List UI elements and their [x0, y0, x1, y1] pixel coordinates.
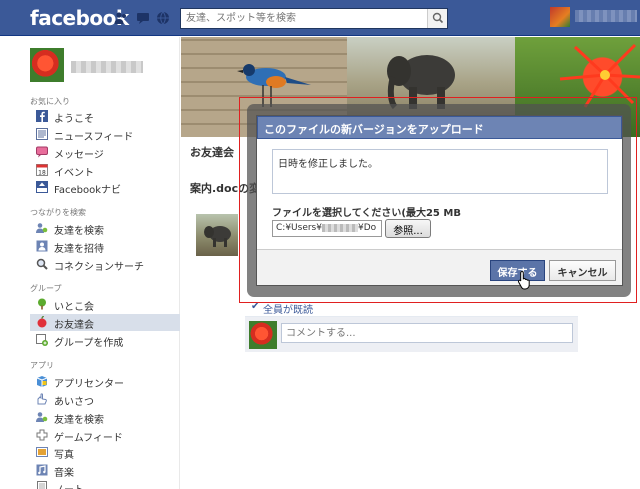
search-box: [180, 8, 448, 29]
sidebar-item-find-friends[interactable]: 友達を検索: [30, 220, 180, 237]
messages-icon[interactable]: [136, 11, 150, 25]
sidebar-item-music[interactable]: 音楽: [30, 462, 180, 479]
sidebar-item-label: イベント: [54, 168, 94, 179]
sidebar-item-label: ノート: [54, 481, 84, 489]
search-button[interactable]: [427, 9, 447, 28]
notifications-icon[interactable]: [156, 11, 170, 25]
highlight-annotation-box: [239, 97, 637, 303]
sidebar-item-label: 友達を検索: [54, 415, 104, 426]
sidebar-item-photos[interactable]: 写真: [30, 444, 180, 461]
groups-heading: グループ: [30, 284, 62, 293]
sidebar-item-facebook-navi[interactable]: Facebookナビ: [30, 179, 180, 196]
svg-text:18: 18: [38, 170, 46, 177]
sidebar-item-otomodachikai[interactable]: お友達会: [30, 314, 180, 331]
seen-by-label: 全員が既読: [263, 305, 313, 316]
sidebar-item-label: あいさつ: [54, 397, 94, 408]
sidebar-item-label: いとこ会: [54, 302, 94, 313]
sidebar-item-label: メッセージ: [54, 150, 104, 161]
sidebar-item-connection-search[interactable]: コネクションサーチ: [30, 256, 180, 273]
friend-requests-icon[interactable]: [114, 11, 128, 25]
navi-icon: [36, 181, 48, 193]
sidebar-item-game-feed[interactable]: ゲームフィード: [30, 427, 180, 444]
sidebar-item-label: 音楽: [54, 468, 74, 479]
sidebar-item-invite-friends[interactable]: 友達を招待: [30, 238, 180, 255]
sidebar-item-messages[interactable]: メッセージ: [30, 144, 180, 161]
sidebar-item-create-group[interactable]: グループを作成: [30, 332, 180, 349]
sidebar-item-pokes[interactable]: あいさつ: [30, 391, 180, 408]
sidebar-item-label: ようこそ: [54, 114, 94, 125]
sidebar-item-find-friends-app[interactable]: 友達を検索: [30, 409, 180, 426]
sidebar-item-label: 友達を検索: [54, 226, 104, 237]
search-input[interactable]: [181, 9, 429, 28]
photos-icon: [36, 447, 48, 457]
search-icon: [432, 12, 444, 24]
sidebar-item-label: グループを作成: [54, 338, 124, 349]
profile-name-blurred[interactable]: [71, 61, 143, 73]
user-name-blurred[interactable]: [575, 10, 637, 22]
sidebar-item-app-center[interactable]: アプリセンター: [30, 373, 180, 390]
top-bar: facebook: [0, 0, 640, 36]
calendar-icon: 18: [36, 164, 48, 176]
messages-icon: [36, 146, 48, 158]
left-sidebar: お気に入り ようこそ ニュースフィード メッセージ 18 イベント Facebo…: [0, 37, 180, 489]
hand-cursor-icon: [517, 270, 530, 290]
apple-icon: [37, 316, 47, 328]
sidebar-item-notes[interactable]: ノート: [30, 479, 180, 489]
sidebar-item-label: ゲームフィード: [54, 433, 123, 444]
sidebar-item-label: ニュースフィード: [54, 132, 134, 143]
music-icon: [36, 464, 48, 476]
profile-picture[interactable]: [30, 48, 64, 82]
sidebar-item-label: Facebookナビ: [54, 185, 121, 196]
sidebar-item-label: アプリセンター: [54, 379, 124, 390]
invite-icon: [36, 240, 48, 252]
find-friends-icon: [36, 223, 48, 233]
elephant-thumbnail: [204, 226, 231, 247]
sidebar-item-news-feed[interactable]: ニュースフィード: [30, 126, 180, 143]
group-name[interactable]: お友達会: [190, 144, 234, 160]
facebook-f-icon: [36, 110, 48, 122]
find-friends-icon: [36, 412, 48, 422]
sidebar-item-label: 写真: [54, 450, 74, 461]
comment-avatar: [249, 321, 277, 349]
sidebar-item-welcome[interactable]: ようこそ: [30, 108, 180, 125]
favorites-heading: お気に入り: [30, 97, 70, 106]
pokes-icon: [37, 393, 47, 405]
sidebar-item-events[interactable]: 18 イベント: [30, 162, 180, 179]
game-feed-icon: [36, 429, 48, 441]
comment-input[interactable]: [281, 323, 573, 343]
notes-icon: [37, 481, 47, 489]
connect-heading: つながりを検索: [30, 208, 86, 217]
apps-heading: アプリ: [30, 361, 54, 370]
sidebar-item-label: お友達会: [54, 320, 94, 331]
magnifier-icon: [36, 258, 48, 270]
tree-icon: [38, 298, 46, 310]
user-avatar[interactable]: [550, 7, 570, 27]
sidebar-item-label: コネクションサーチ: [54, 262, 144, 273]
comment-box: [245, 316, 578, 352]
sidebar-item-itokokai[interactable]: いとこ会: [30, 296, 180, 313]
post-thumbnail[interactable]: [196, 214, 238, 256]
sidebar-item-label: 友達を招待: [54, 244, 104, 255]
app-center-icon: [36, 376, 48, 387]
news-feed-icon: [36, 128, 48, 140]
create-group-icon: [36, 334, 48, 346]
